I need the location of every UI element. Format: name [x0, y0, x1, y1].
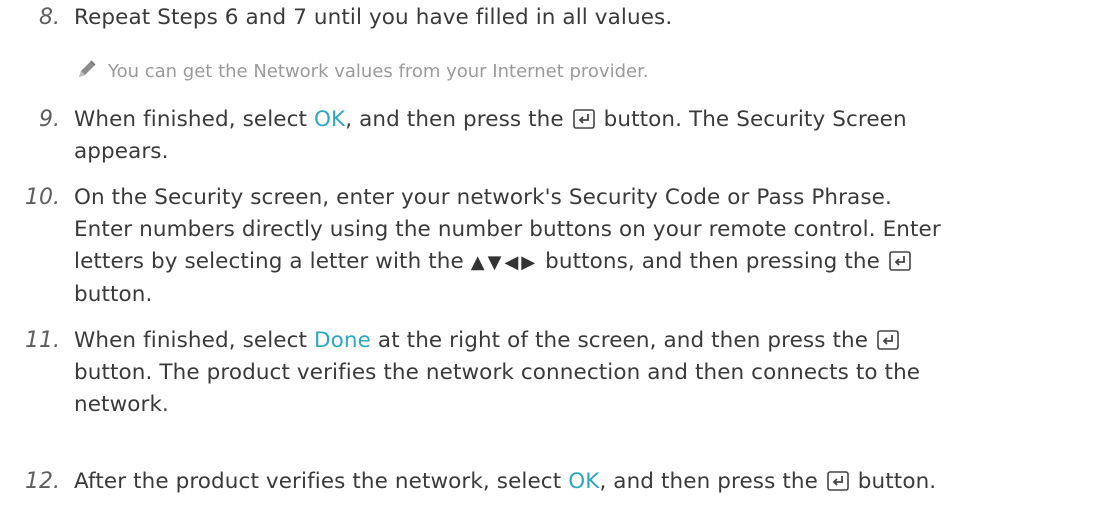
step-text-part: After the product verifies the network, …: [74, 469, 562, 494]
step-text-part: button. The Security Screen: [603, 107, 907, 132]
step-line: On the Security screen, enter your netwo…: [74, 185, 892, 210]
note-text: You can get the Network values from your…: [108, 61, 649, 82]
step-number: 8.: [39, 5, 60, 30]
step-line: letters by selecting a letter with the: [74, 249, 464, 274]
enter-button-icon: [827, 471, 849, 491]
step-text: After the product verifies the network, …: [74, 466, 1109, 498]
manual-page: 8. Repeat Steps 6 and 7 until you have f…: [0, 0, 1119, 505]
highlight-done: Done: [314, 328, 371, 353]
step-text-part: , and then press the: [599, 469, 818, 494]
step-text-part: When finished, select: [74, 107, 308, 132]
enter-button-icon: [889, 251, 911, 271]
step-number: 10.: [25, 185, 60, 210]
step-text-part: When finished, select: [74, 328, 308, 353]
step-text-part: button.: [857, 469, 937, 494]
step-line: Enter numbers directly using the number …: [74, 217, 941, 242]
step-text-part: appears.: [74, 139, 169, 164]
enter-button-icon: [877, 330, 899, 350]
step-text: When finished, select Done at the right …: [74, 325, 1109, 421]
step-number: 12.: [25, 469, 60, 494]
enter-button-icon: [572, 109, 595, 129]
step-line: button.: [74, 282, 153, 307]
step-line: button. The product verifies the network…: [74, 360, 921, 385]
directional-arrows: ▲▼◀▶: [470, 252, 539, 273]
step-text-part: at the right of the screen, and then pre…: [377, 328, 869, 353]
step-number: 11.: [25, 328, 60, 353]
step-line: buttons, and then pressing the: [545, 249, 880, 274]
highlight-ok: OK: [568, 469, 600, 494]
step-text-part: , and then press the: [345, 107, 564, 132]
note: You can get the Network values from your…: [76, 58, 649, 86]
pencil-note-icon: [79, 60, 96, 77]
step-text: When finished, select OK, and then press…: [74, 104, 1109, 168]
step-line: network.: [74, 392, 169, 417]
step-text: Repeat Steps 6 and 7 until you have fill…: [74, 5, 673, 30]
step-number: 9.: [39, 107, 60, 132]
highlight-ok: OK: [314, 107, 346, 132]
step-text: On the Security screen, enter your netwo…: [74, 182, 1109, 311]
